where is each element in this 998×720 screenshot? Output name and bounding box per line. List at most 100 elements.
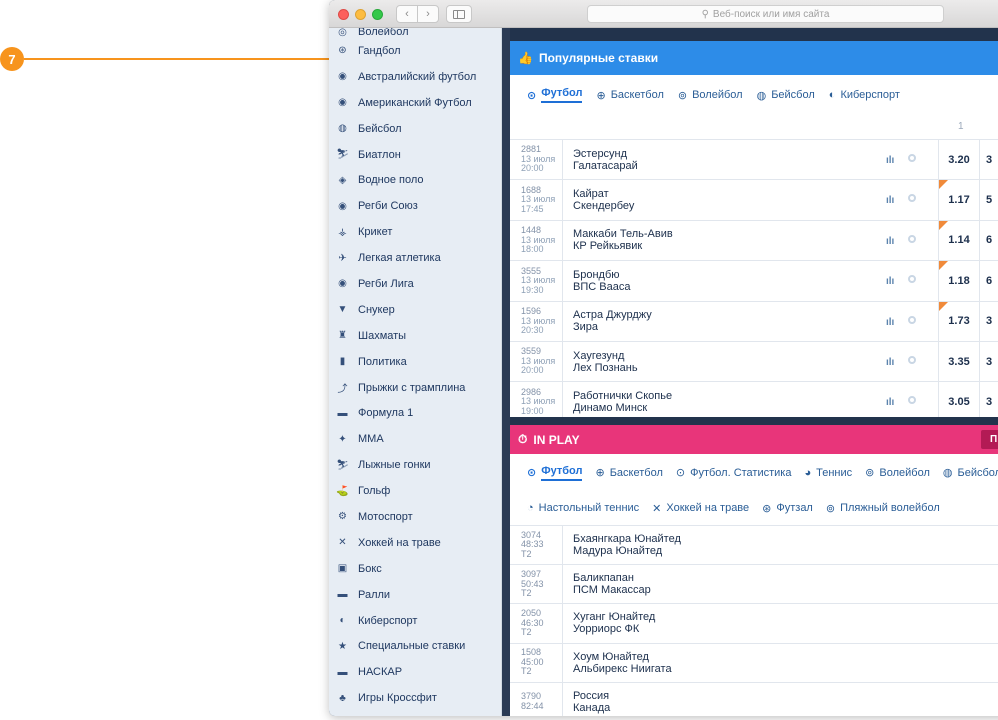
browser-window: ‹ › ⚲ Веб-поиск или имя сайта ◎ Волейбол ⊛… bbox=[329, 0, 998, 716]
odds-button-1[interactable]: 3.05 bbox=[938, 382, 980, 422]
odds-button-1[interactable]: 3.20 bbox=[938, 140, 980, 180]
odds-button-1[interactable]: 1.73 bbox=[938, 301, 980, 341]
match-meta: 2881 13 июля 20:00 bbox=[510, 145, 562, 174]
sidebar-item[interactable]: ⚶ Крикет bbox=[329, 219, 501, 245]
match-meta: 1596 13 июля 20:30 bbox=[510, 306, 562, 336]
forward-button[interactable]: › bbox=[417, 5, 439, 23]
match-row[interactable]: 2881 13 июля 20:00 Эстерсунд Галатасарай ılı 3… bbox=[510, 139, 998, 180]
sport-icon: ◉ bbox=[338, 97, 347, 109]
odds-button-x[interactable]: 6 bbox=[986, 261, 992, 300]
sidebar-item[interactable]: ▣ Бокс bbox=[329, 556, 501, 582]
match-row[interactable]: 3559 13 июля 20:00 Хаугезунд Лех Познань ılı 3… bbox=[510, 340, 998, 382]
row-divider bbox=[562, 301, 563, 341]
sidebar-item[interactable]: ⛳ Гольф bbox=[329, 478, 501, 504]
sport-tab[interactable]: ◍ Бейсбол bbox=[943, 466, 998, 480]
stats-icon[interactable]: ılı bbox=[886, 236, 894, 247]
match-row[interactable]: 1448 13 июля 18:00 Маккаби Тель-Авив КР Рейк… bbox=[510, 219, 998, 261]
sidebar-item[interactable]: ◉ Регби Союз bbox=[329, 193, 501, 219]
sidebar-item[interactable]: ★ Специальные ставки bbox=[329, 633, 501, 659]
match-teams: Хаугезунд Лех Познань bbox=[573, 350, 873, 374]
live-match-row[interactable]: 2050 46:30 T2 Хуганг Юнайтед Уорриорс ФК bbox=[510, 603, 998, 643]
sidebar-item[interactable]: ⤴ Прыжки с трамплина bbox=[329, 375, 501, 401]
live-match-row[interactable]: 1508 45:00 T2 Хоум Юнайтед Альбирекс Ниигата bbox=[510, 642, 998, 682]
sport-tab[interactable]: ⊚ Пляжный волейбол bbox=[826, 502, 940, 515]
match-meta: 1448 13 июля 18:00 bbox=[510, 226, 562, 255]
live-match-row[interactable]: 3790 82:44 Россия Канада bbox=[510, 681, 998, 716]
odds-button-x[interactable]: 5 bbox=[986, 180, 992, 219]
odds-button-x[interactable]: 3 bbox=[986, 302, 992, 341]
search-icon: ⚲ bbox=[701, 8, 709, 20]
stats-icon[interactable]: ılı bbox=[886, 397, 894, 408]
sidebar-item[interactable]: ◉ Регби Лига bbox=[329, 271, 501, 297]
sidebar-item[interactable]: ◍ Бейсбол bbox=[329, 116, 501, 142]
sport-tab-icon: ⊙ bbox=[675, 467, 686, 479]
minimize-window-button[interactable] bbox=[355, 9, 366, 20]
match-row[interactable]: 2986 13 июля 19:00 Работнички Скопье Динамо … bbox=[510, 381, 998, 422]
stats-icon[interactable]: ılı bbox=[886, 155, 894, 166]
odds-button-1[interactable]: 3.35 bbox=[938, 341, 980, 382]
sidebar-item[interactable]: ◈ Водное поло bbox=[329, 167, 501, 193]
back-button[interactable]: ‹ bbox=[396, 5, 418, 23]
favorite-icon[interactable] bbox=[908, 194, 916, 203]
sidebar-item[interactable]: ▬ НАСКАР bbox=[329, 659, 501, 685]
odds-button-1[interactable]: 1.14 bbox=[938, 220, 980, 261]
odds-button-x[interactable]: 3 bbox=[986, 140, 992, 179]
sport-tab[interactable]: ◔ Настольный теннис bbox=[527, 502, 639, 514]
sidebar-toggle-button[interactable] bbox=[446, 5, 472, 23]
stats-icon[interactable]: ılı bbox=[886, 357, 894, 368]
odds-button-1[interactable]: 1.17 bbox=[938, 180, 980, 220]
sidebar-item[interactable]: ♜ Шахматы bbox=[329, 323, 501, 349]
odds-button-1[interactable]: 1.18 bbox=[938, 261, 980, 301]
favorite-icon[interactable] bbox=[908, 234, 916, 243]
favorite-icon[interactable] bbox=[908, 315, 916, 324]
sidebar-item[interactable]: ◎ Волейбол bbox=[329, 28, 501, 38]
sidebar-item[interactable]: ✕ Хоккей на траве bbox=[329, 530, 501, 556]
live-match-row[interactable]: 3097 50:43 T2 Баликпапан ПСМ Макассар bbox=[510, 564, 998, 604]
zoom-window-button[interactable] bbox=[372, 9, 383, 20]
favorite-icon[interactable] bbox=[908, 355, 916, 364]
sidebar-item[interactable]: ◉ Австралийский футбол bbox=[329, 64, 501, 90]
sidebar-item[interactable]: ⊛ Гандбол bbox=[329, 38, 501, 64]
match-row[interactable]: 1596 13 июля 20:30 Астра Джурджу Зира ılı 1.73… bbox=[510, 300, 998, 341]
sport-tab[interactable]: ◕ Теннис bbox=[804, 467, 852, 479]
sport-tab[interactable]: ◍ Бейсбол bbox=[757, 89, 815, 102]
favorite-icon[interactable] bbox=[908, 275, 916, 284]
sport-tab[interactable]: ✕ Хоккей на траве bbox=[652, 502, 749, 515]
sidebar-item[interactable]: ▬ Формула 1 bbox=[329, 400, 501, 426]
sport-tab[interactable]: ⊕ Баскетбол bbox=[596, 89, 663, 102]
close-window-button[interactable] bbox=[338, 9, 349, 20]
stats-icon[interactable]: ılı bbox=[886, 195, 894, 206]
sidebar-item[interactable]: ✦ MMA bbox=[329, 426, 501, 452]
sidebar-item[interactable]: ⚙ Мотоспорт bbox=[329, 504, 501, 530]
sport-tab[interactable]: ⊙ Футбол bbox=[527, 465, 583, 481]
sport-tab[interactable]: ⊙ Футбол bbox=[527, 87, 583, 103]
sidebar-item[interactable]: ▬ Ралли bbox=[329, 582, 501, 608]
sport-tab[interactable]: ⊚ Волейбол bbox=[678, 89, 743, 102]
live-match-row[interactable]: 3074 48:33 T2 Бхаянгкара Юнайтед Мадура Юнай… bbox=[510, 525, 998, 565]
sport-tab[interactable]: ⊚ Волейбол bbox=[865, 466, 930, 480]
sidebar-item[interactable]: ▮ Политика bbox=[329, 349, 501, 375]
sidebar-item[interactable]: ⛷ Лыжные гонки bbox=[329, 452, 501, 478]
stats-icon[interactable]: ılı bbox=[886, 317, 894, 328]
sidebar-item[interactable]: ◉ Американский Футбол bbox=[329, 90, 501, 116]
inplay-more-button[interactable]: П bbox=[981, 430, 998, 449]
sport-tab-label: Волейбол bbox=[692, 89, 743, 101]
sidebar-item[interactable]: ◐ Киберспорт bbox=[329, 608, 501, 634]
favorite-icon[interactable] bbox=[908, 154, 916, 162]
sidebar-item[interactable]: ✈ Легкая атлетика bbox=[329, 245, 501, 271]
odds-button-x[interactable]: 3 bbox=[986, 382, 992, 421]
sport-tab[interactable]: ⊙ Футбол. Статистика bbox=[675, 466, 792, 480]
sport-tab[interactable]: ⊕ Баскетбол bbox=[595, 466, 662, 480]
sport-tab[interactable]: ◐ Киберспорт bbox=[829, 89, 900, 101]
address-bar[interactable]: ⚲ Веб-поиск или имя сайта bbox=[587, 5, 944, 23]
match-row[interactable]: 3555 13 июля 19:30 Брондбю ВПС Вааса ılı 1.18 6 bbox=[510, 260, 998, 301]
sidebar-item[interactable]: ♣ Игры Кроссфит bbox=[329, 685, 501, 711]
odds-button-x[interactable]: 3 bbox=[986, 342, 992, 381]
favorite-icon[interactable] bbox=[908, 396, 916, 405]
stats-icon[interactable]: ılı bbox=[886, 276, 894, 287]
sidebar-item[interactable]: ⛷ Биатлон bbox=[329, 142, 501, 168]
sport-tab[interactable]: ⊛ Футзал bbox=[762, 502, 813, 515]
sidebar-item[interactable]: ▼ Снукер bbox=[329, 297, 501, 323]
match-row[interactable]: 1688 13 июля 17:45 Кайрат Скендербеу ılı 1.17 5 bbox=[510, 179, 998, 220]
odds-button-x[interactable]: 6 bbox=[986, 221, 992, 260]
